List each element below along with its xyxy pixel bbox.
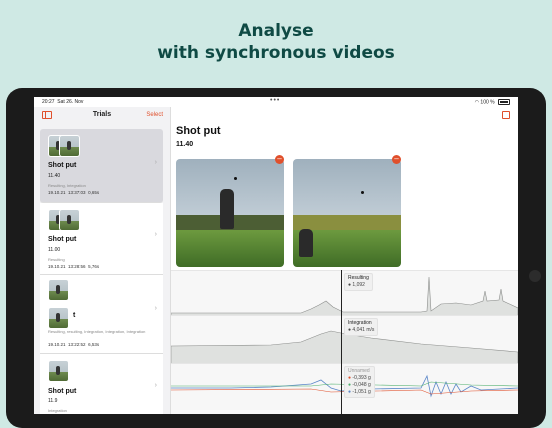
multitask-dots-icon[interactable]: ••• (270, 97, 280, 104)
athlete-figure (220, 189, 234, 229)
home-button (529, 270, 541, 282)
video-player[interactable] (293, 159, 401, 267)
status-time: 20:27 Sat 26. Nov (42, 99, 84, 105)
sidebar: Trials Select Shot put 11.40 Resulting, … (34, 107, 171, 414)
edit-icon[interactable] (502, 111, 510, 119)
trial-name: Shot put (48, 388, 77, 395)
trial-name: Shot put (48, 162, 77, 169)
trial-item[interactable]: Shot put 11.40 Resulting, Integration 19… (40, 129, 163, 203)
trial-number: 11.9 (48, 398, 58, 404)
graph-resulting[interactable]: Resulting ● 1,092 (170, 270, 518, 317)
trial-item[interactable]: Shot put 11.9 Integration › (40, 354, 163, 414)
select-button[interactable]: Select (146, 112, 163, 118)
main-panel: Shot put 11.40 – – Resulting ● 1,092 Int… (170, 107, 518, 414)
series-dot-icon: ● (348, 382, 352, 388)
trial-tags: Integration (48, 408, 67, 413)
shot-ball (361, 191, 364, 194)
trial-tags: Resulting (48, 257, 65, 262)
trial-item[interactable]: t Resulting, resulting, Integration, Int… (40, 275, 163, 354)
graph-label: Resulting ● 1,092 (344, 273, 373, 291)
series-dot-icon: ● (348, 327, 352, 333)
shot-ball (234, 177, 237, 180)
battery-icon (498, 99, 510, 105)
status-right: ◠ 100 % (475, 99, 510, 105)
trial-item[interactable]: Shot put 11.00 Resulting 19.10.21 13:28:… (40, 203, 163, 275)
trial-value: 11.40 (176, 141, 194, 148)
remove-video-icon[interactable]: – (392, 155, 401, 164)
series-dot-icon: ● (348, 375, 352, 381)
chevron-right-icon: › (154, 382, 157, 389)
graph-label: Unnamed ● -0,393 g ● -0,048 g ● -1,051 g (344, 366, 375, 398)
battery-text: 100 % (480, 99, 495, 106)
time-cursor[interactable] (341, 270, 342, 414)
status-bar: 20:27 Sat 26. Nov ••• ◠ 100 % (34, 97, 518, 107)
series-dot-icon: ● (348, 282, 352, 288)
series-dot-icon: ● (348, 389, 352, 395)
trial-number: 11.40 (48, 173, 61, 179)
headline-line1: Analyse (238, 21, 314, 41)
graph-integration[interactable]: Integration ● 4,041 m/s (170, 315, 518, 365)
sidebar-header: Trials Select (34, 107, 170, 124)
video-thumbnail (48, 360, 69, 382)
headline: Analyse with synchronous videos (0, 20, 552, 64)
trial-meta: 19.10.21 13:37:03 0,65s (48, 190, 100, 195)
trial-tags: Resulting, resulting, Integration, Integ… (48, 329, 146, 334)
trial-meta: 19.10.21 13:28:56 5,76s (48, 264, 100, 269)
chevron-right-icon: › (154, 305, 157, 312)
trial-name: Shot put (48, 236, 77, 243)
video-thumbnail (48, 307, 69, 329)
app-screen: 20:27 Sat 26. Nov ••• ◠ 100 % Trials Sel… (34, 97, 518, 414)
trial-number: 11.00 (48, 247, 61, 253)
trial-meta: 19.10.21 13:22:52 6,53s (48, 342, 100, 347)
trial-name: t (73, 312, 76, 319)
video-thumbnail (48, 279, 69, 301)
trial-title: Shot put (176, 125, 221, 137)
video-thumbnail (59, 135, 80, 157)
trial-tags: Resulting, Integration (48, 183, 86, 188)
chevron-right-icon: › (154, 159, 157, 166)
video-thumbnail (59, 209, 80, 231)
video-player[interactable] (176, 159, 284, 267)
wifi-icon: ◠ (474, 99, 480, 106)
graph-label: Integration ● 4,041 m/s (344, 318, 379, 336)
headline-line2: with synchronous videos (157, 43, 395, 63)
athlete-figure (299, 229, 313, 257)
chevron-right-icon: › (154, 231, 157, 238)
graph-acceleration[interactable]: Unnamed ● -0,393 g ● -0,048 g ● -1,051 g (170, 363, 518, 414)
remove-video-icon[interactable]: – (275, 155, 284, 164)
